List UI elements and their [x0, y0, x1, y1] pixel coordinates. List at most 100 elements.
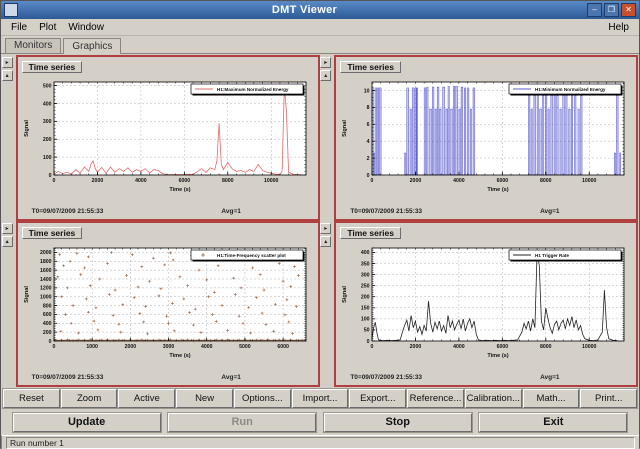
title-bar[interactable]: DMT Viewer – ❐ ✕	[1, 1, 639, 19]
menu-help[interactable]: Help	[602, 21, 635, 34]
svg-text:400: 400	[43, 321, 52, 327]
status-bar: Run number 1	[1, 435, 639, 449]
options-button[interactable]: Options...	[234, 389, 291, 408]
export-button[interactable]: Export...	[349, 389, 406, 408]
svg-text:0: 0	[52, 178, 55, 184]
pan-right-icon[interactable]: ▸	[320, 223, 331, 234]
svg-text:6000: 6000	[497, 344, 509, 350]
print-button[interactable]: Print...	[580, 389, 637, 408]
pan-up-icon[interactable]: ▴	[2, 70, 13, 81]
time-series-chart-4[interactable]: 0200040006000800010000050100150200250300…	[338, 241, 634, 373]
menu-plot[interactable]: Plot	[33, 21, 62, 34]
zoom-button[interactable]: Zoom	[61, 389, 118, 408]
svg-text:0: 0	[371, 344, 374, 350]
pan-up-icon[interactable]: ▴	[2, 236, 13, 247]
panel-tab-label[interactable]: Time series	[340, 227, 401, 239]
svg-text:10000: 10000	[264, 178, 279, 184]
time-series-chart-2[interactable]: 02000400060008000100000246810Time (s)Sig…	[338, 75, 634, 207]
window-title: DMT Viewer	[22, 4, 587, 16]
svg-text:50: 50	[364, 328, 370, 334]
calibration-button[interactable]: Calibration...	[465, 389, 522, 408]
reference-button[interactable]: Reference...	[407, 389, 464, 408]
avg-label: Avg=1	[221, 373, 240, 383]
tab-graphics[interactable]: Graphics	[63, 38, 121, 54]
panel-tab-label[interactable]: Time series	[22, 227, 83, 239]
avg-label: Avg=1	[221, 207, 240, 217]
minimize-button[interactable]: –	[587, 3, 602, 17]
svg-text:5000: 5000	[239, 344, 251, 350]
svg-text:200: 200	[43, 330, 52, 336]
time-series-chart-3[interactable]: 0100020003000400050006000020040060080010…	[20, 241, 316, 373]
run-controls: Update Run Stop Exit	[1, 409, 639, 435]
status-text: Run number 1	[6, 437, 635, 449]
svg-text:100: 100	[43, 155, 52, 161]
t0-label: T0=09/07/2009 21:55:33	[350, 373, 422, 383]
pan-right-icon[interactable]: ▸	[2, 57, 13, 68]
svg-text:4000: 4000	[201, 344, 213, 350]
exit-button[interactable]: Exit	[479, 413, 627, 432]
reset-button[interactable]: Reset	[3, 389, 60, 408]
svg-text:600: 600	[43, 312, 52, 318]
maximize-button[interactable]: ❐	[604, 3, 619, 17]
close-button[interactable]: ✕	[621, 3, 636, 17]
svg-text:1000: 1000	[40, 295, 52, 301]
new-button[interactable]: New	[176, 389, 233, 408]
panel-tab-label[interactable]: Time series	[22, 61, 83, 73]
svg-text:2000: 2000	[410, 178, 422, 184]
svg-text:Signal: Signal	[342, 286, 348, 303]
active-button[interactable]: Active	[118, 389, 175, 408]
svg-text:2: 2	[367, 156, 370, 162]
svg-text:1600: 1600	[40, 268, 52, 274]
svg-text:2000: 2000	[124, 344, 136, 350]
svg-text:0: 0	[48, 173, 51, 179]
menu-bar: File Plot Window Help	[1, 19, 639, 36]
math-button[interactable]: Math...	[523, 389, 580, 408]
plot-toolbar: Reset Zoom Active New Options... Import.…	[1, 388, 639, 409]
pan-up-icon[interactable]: ▴	[320, 236, 331, 247]
stop-button[interactable]: Stop	[324, 413, 472, 432]
svg-text:250: 250	[361, 283, 370, 289]
time-series-panel-2: Time series 0200040006000800010000024681…	[334, 55, 638, 221]
svg-text:6000: 6000	[178, 178, 190, 184]
svg-text:1000: 1000	[86, 344, 98, 350]
svg-text:400: 400	[361, 250, 370, 256]
t0-label: T0=09/07/2009 21:55:33	[350, 207, 422, 217]
svg-text:350: 350	[361, 261, 370, 267]
run-button: Run	[168, 413, 316, 432]
svg-text:4: 4	[367, 139, 370, 145]
update-button[interactable]: Update	[13, 413, 161, 432]
pan-right-icon[interactable]: ▸	[2, 223, 13, 234]
svg-text:2000: 2000	[410, 344, 422, 350]
tab-monitors[interactable]: Monitors	[5, 38, 61, 53]
time-series-panel-3: Time series 0100020003000400050006000020…	[16, 221, 320, 387]
svg-text:8: 8	[367, 105, 370, 111]
svg-text:8000: 8000	[222, 178, 234, 184]
pan-up-icon[interactable]: ▴	[320, 70, 331, 81]
svg-text:150: 150	[361, 306, 370, 312]
svg-text:4000: 4000	[453, 178, 465, 184]
app-icon	[4, 3, 18, 17]
quadrant-top-right: ▸ ▴ Time series 020004000600080001000002…	[320, 55, 638, 221]
svg-text:4000: 4000	[135, 178, 147, 184]
menu-window[interactable]: Window	[62, 21, 110, 34]
svg-text:0: 0	[367, 339, 370, 345]
svg-text:Time (s): Time (s)	[169, 187, 190, 193]
time-series-chart-1[interactable]: 02000400060008000100000100200300400500Ti…	[20, 75, 316, 207]
panel-tab-label[interactable]: Time series	[340, 61, 401, 73]
svg-text:Time (s): Time (s)	[488, 187, 509, 193]
pan-right-icon[interactable]: ▸	[320, 57, 331, 68]
svg-text:Time (s): Time (s)	[488, 353, 509, 359]
svg-text:300: 300	[43, 119, 52, 125]
svg-text:H1:Maximum Normalized Energy: H1:Maximum Normalized Energy	[217, 87, 289, 92]
quadrant-bottom-right: ▸ ▴ Time series 020004000600080001000005…	[320, 221, 638, 387]
plot-grid: ▸ ▴ Time series 020004000600080001000001…	[1, 54, 639, 388]
svg-text:500: 500	[43, 83, 52, 89]
import-button[interactable]: Import...	[292, 389, 349, 408]
svg-text:8000: 8000	[540, 178, 552, 184]
svg-text:6000: 6000	[277, 344, 289, 350]
menu-file[interactable]: File	[5, 21, 33, 34]
svg-text:0: 0	[367, 173, 370, 179]
svg-text:200: 200	[361, 295, 370, 301]
svg-text:Signal: Signal	[342, 120, 348, 137]
svg-text:10000: 10000	[582, 178, 597, 184]
